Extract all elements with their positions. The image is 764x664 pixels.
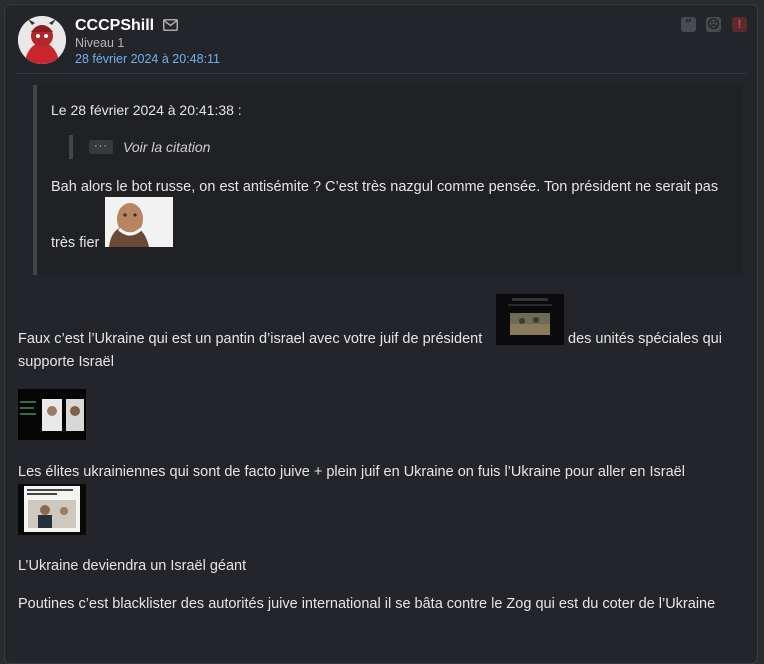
- post-text-p3: L’Ukraine deviendra un Israël géant: [18, 558, 247, 574]
- avatar[interactable]: [18, 16, 66, 64]
- post-text-p4: Poutines c’est blacklister des autorités…: [18, 596, 716, 612]
- quote-block: Le 28 février 2024 à 20:41:38 : ··· Voir…: [33, 85, 743, 275]
- post-text-p2: Les élites ukrainiennes qui sont de fact…: [18, 464, 685, 480]
- image-thumbnail-2[interactable]: [18, 389, 86, 440]
- screenshot-image: [496, 294, 564, 345]
- report-icon[interactable]: !: [732, 17, 747, 32]
- quote-text-line-1: Bah alors le bot russe, on est antisémit…: [51, 179, 719, 195]
- ignore-icon[interactable]: ☹: [706, 17, 721, 32]
- screenshot-image: [18, 484, 86, 535]
- post-text-p1: Faux c’est l’Ukraine qui est un pantin d…: [18, 331, 483, 347]
- username[interactable]: CCCPShill: [75, 17, 154, 35]
- post-text-p1-line2: supporte Israël: [18, 354, 114, 370]
- quote-icon[interactable]: ”: [681, 17, 696, 32]
- show-quote-link[interactable]: Voir la citation: [123, 139, 210, 155]
- nested-quote-bar: [69, 135, 73, 159]
- quote-text-line-2: très fier: [51, 235, 100, 251]
- image-thumbnail-1[interactable]: [496, 294, 564, 345]
- expand-quote-button[interactable]: ···: [89, 140, 113, 154]
- user-level: Niveau 1: [75, 36, 125, 50]
- post-text-p1-cont: des unités spéciales qui: [568, 331, 722, 347]
- quote-sticker-image[interactable]: [105, 197, 173, 247]
- quote-header: Le 28 février 2024 à 20:41:38 :: [51, 102, 242, 118]
- mail-icon[interactable]: [163, 19, 178, 31]
- post-date[interactable]: 28 février 2024 à 20:48:11: [75, 52, 220, 66]
- header-divider: [15, 73, 747, 74]
- avatar-image: [18, 16, 66, 64]
- image-thumbnail-3[interactable]: [18, 484, 86, 535]
- forum-post: CCCPShill Niveau 1 28 février 2024 à 20:…: [4, 4, 758, 664]
- screenshot-image: [18, 389, 86, 440]
- portrait-image: [105, 197, 173, 247]
